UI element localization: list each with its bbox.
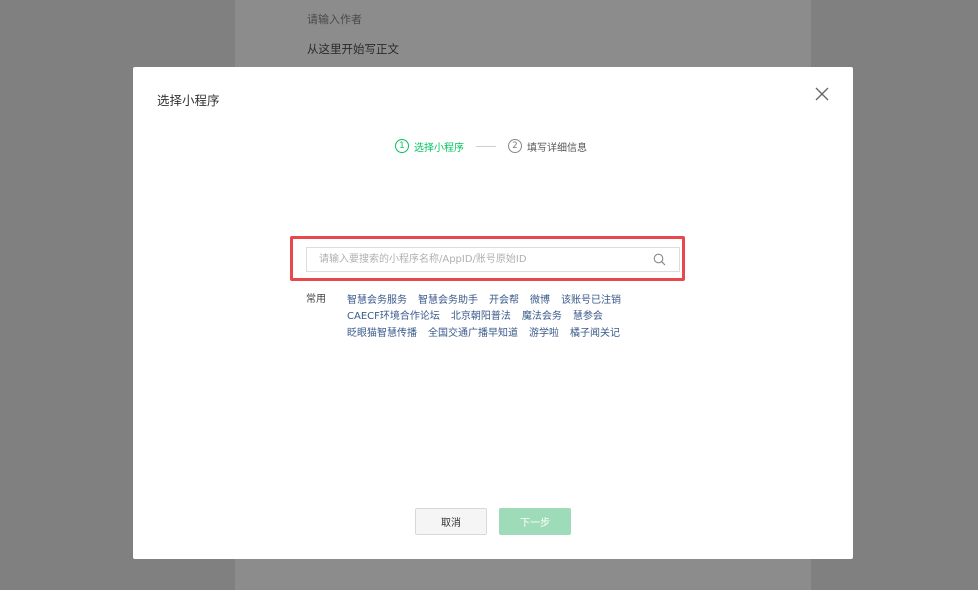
dialog-title: 选择小程序 bbox=[157, 93, 220, 108]
common-item[interactable]: 北京朝阳普法 bbox=[451, 307, 511, 322]
common-item[interactable]: 该账号已注销 bbox=[561, 291, 621, 306]
cancel-button[interactable]: 取消 bbox=[415, 508, 487, 535]
common-item[interactable]: CAECF环境合作论坛 bbox=[347, 307, 440, 322]
next-button[interactable]: 下一步 bbox=[499, 508, 571, 535]
step-1-number: 1 bbox=[395, 139, 409, 153]
author-placeholder: 请输入作者 bbox=[307, 13, 362, 26]
step-2: 2 填写详细信息 bbox=[508, 139, 587, 154]
common-item[interactable]: 眨眼猫智慧传播 bbox=[347, 324, 417, 339]
common-item[interactable]: 魔法会务 bbox=[522, 307, 562, 322]
common-item[interactable]: 全国交通广播早知道 bbox=[428, 324, 518, 339]
close-button[interactable] bbox=[813, 85, 831, 103]
common-item[interactable]: 智慧会务服务 bbox=[347, 291, 407, 306]
body-placeholder: 从这里开始写正文 bbox=[307, 42, 399, 56]
step-2-number: 2 bbox=[508, 139, 522, 153]
common-row: CAECF环境合作论坛 北京朝阳普法 魔法会务 慧参会 bbox=[347, 307, 647, 324]
common-item[interactable]: 智慧会务助手 bbox=[418, 291, 478, 306]
step-2-label: 填写详细信息 bbox=[527, 142, 587, 154]
select-mini-program-dialog: 选择小程序 1 选择小程序 2 填写详细信息 常用 智慧会务服务 智慧会务助手 … bbox=[133, 67, 853, 559]
common-row: 智慧会务服务 智慧会务助手 开会帮 微博 该账号已注销 bbox=[347, 290, 647, 307]
search-input[interactable] bbox=[307, 248, 649, 271]
common-item[interactable]: 游学啦 bbox=[529, 324, 559, 339]
common-item[interactable]: 橘子闻关记 bbox=[570, 324, 620, 339]
common-list: 智慧会务服务 智慧会务助手 开会帮 微博 该账号已注销 CAECF环境合作论坛 … bbox=[347, 290, 647, 340]
common-item[interactable]: 微博 bbox=[530, 291, 550, 306]
search-icon[interactable] bbox=[653, 253, 666, 266]
common-item[interactable]: 开会帮 bbox=[489, 291, 519, 306]
stepper: 1 选择小程序 2 填写详细信息 bbox=[395, 138, 587, 154]
common-item[interactable]: 慧参会 bbox=[573, 307, 603, 322]
step-divider bbox=[476, 145, 496, 147]
step-1-label: 选择小程序 bbox=[414, 142, 464, 154]
search-box bbox=[306, 247, 680, 272]
close-icon bbox=[815, 87, 829, 101]
common-row: 眨眼猫智慧传播 全国交通广播早知道 游学啦 橘子闻关记 bbox=[347, 323, 647, 340]
step-1: 1 选择小程序 bbox=[395, 139, 464, 154]
common-label: 常用 bbox=[306, 294, 326, 305]
